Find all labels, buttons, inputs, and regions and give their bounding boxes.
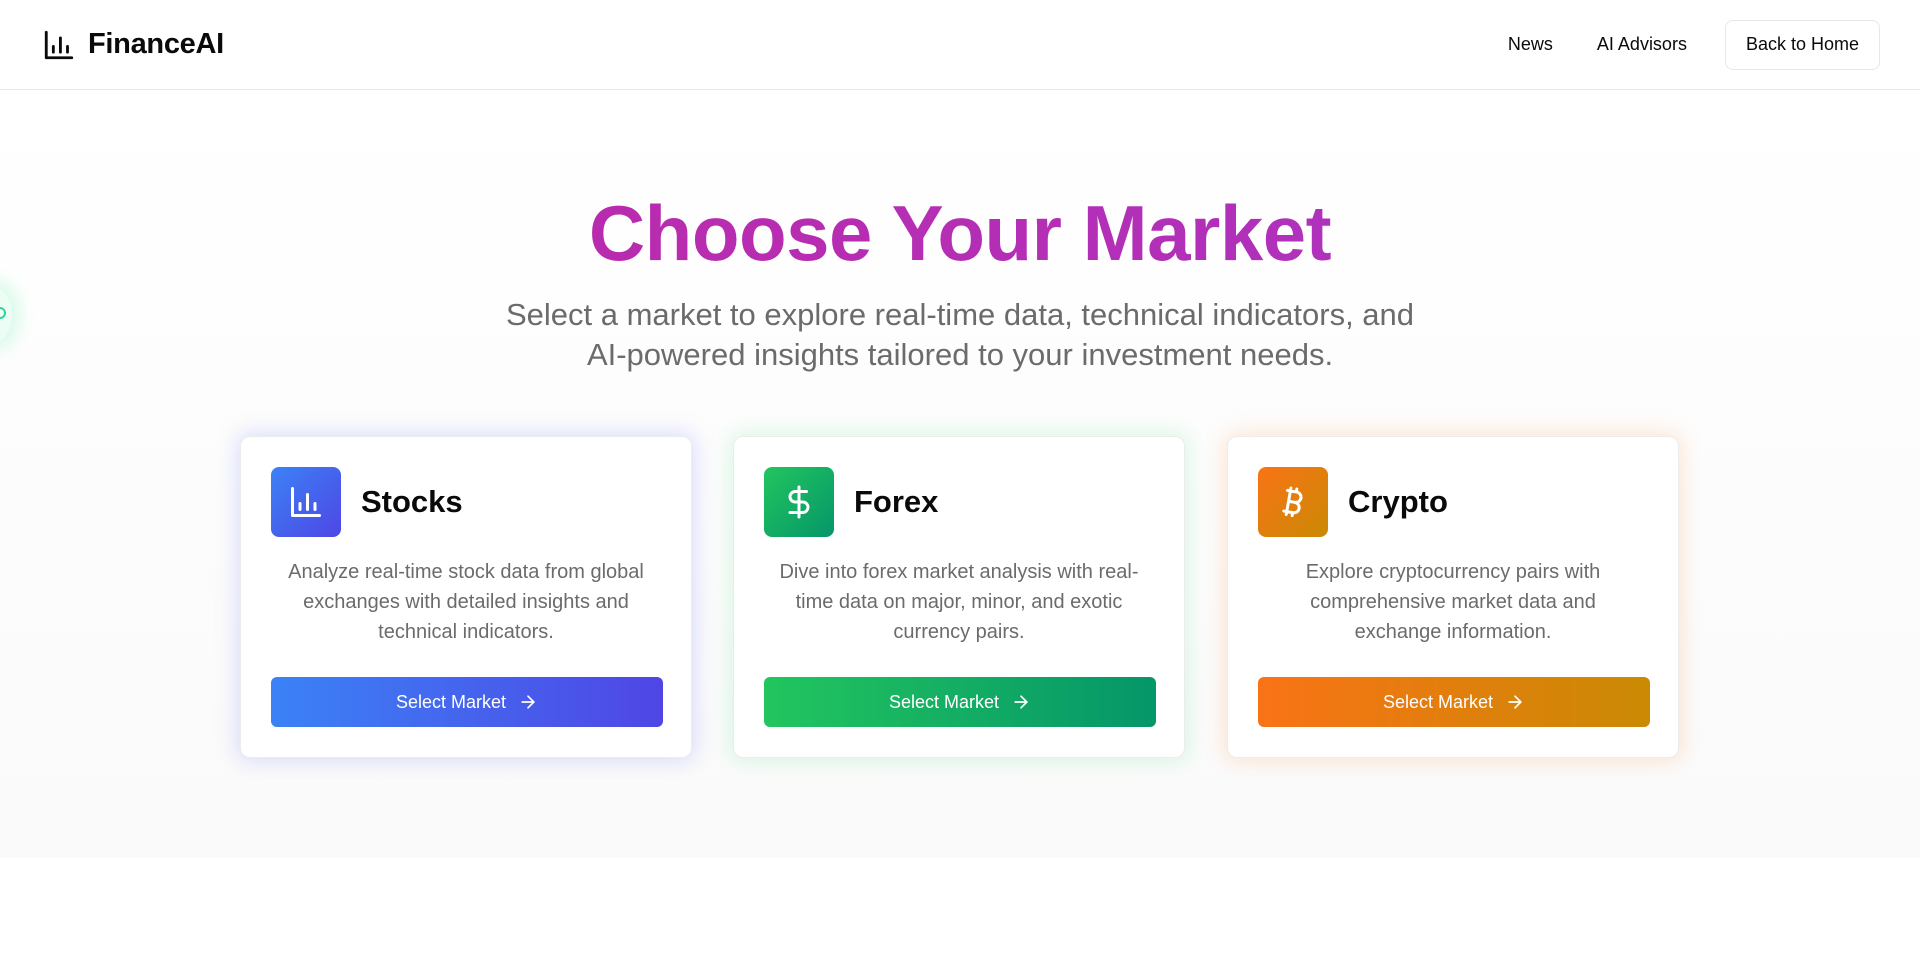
bar-chart-icon (44, 30, 74, 59)
subtitle-line-2: AI-powered insights tailored to your inv… (586, 337, 1334, 372)
market-card-title: Crypto (1348, 484, 1448, 519)
page-subtitle: Select a market to explore real-time dat… (460, 295, 1460, 375)
floating-help-icon[interactable] (0, 287, 12, 343)
market-card-forex: Forex Dive into forex market analysis wi… (733, 436, 1185, 758)
select-market-button-crypto[interactable]: Select Market (1258, 677, 1650, 727)
arrow-right-icon (1508, 695, 1522, 709)
market-card-description: Dive into forex market analysis with rea… (779, 561, 1139, 643)
nav-links: News AI Advisors Back to Home (1486, 19, 1880, 70)
select-market-button-forex[interactable]: Select Market (764, 677, 1156, 727)
page-title: Choose Your Market (0, 187, 1920, 281)
nav-link-ai-advisors[interactable]: AI Advisors (1575, 22, 1709, 67)
market-card-description: Explore cryptocurrency pairs with compre… (1305, 561, 1601, 643)
bar-chart-icon (271, 467, 341, 537)
nav-link-news[interactable]: News (1486, 22, 1575, 67)
market-card-title: Stocks (361, 484, 463, 519)
arrow-right-icon (521, 695, 535, 709)
market-card-crypto: Crypto Explore cryptocurrency pairs with… (1227, 436, 1679, 758)
back-to-home-button[interactable]: Back to Home (1724, 19, 1880, 70)
select-market-label: Select Market (1382, 691, 1494, 712)
brand-logo[interactable]: FinanceAI (42, 28, 224, 62)
select-market-button-stocks[interactable]: Select Market (271, 677, 663, 727)
market-card-description: Analyze real-time stock data from global… (288, 561, 644, 643)
select-market-label: Select Market (888, 691, 1000, 712)
market-card-stocks: Stocks Analyze real-time stock data from… (240, 436, 692, 758)
dollar-icon (764, 467, 834, 537)
select-market-label: Select Market (395, 691, 507, 712)
arrow-right-icon (1014, 695, 1028, 709)
market-selection-section: Choose Your Market Select a market to ex… (0, 91, 1920, 858)
subtitle-line-1: Select a market to explore real-time dat… (505, 297, 1415, 332)
market-card-title: Forex (854, 484, 939, 519)
brand-name: FinanceAI (88, 28, 224, 60)
top-nav-bar: FinanceAI News AI Advisors Back to Home (0, 0, 1920, 90)
bitcoin-icon (1258, 467, 1328, 537)
